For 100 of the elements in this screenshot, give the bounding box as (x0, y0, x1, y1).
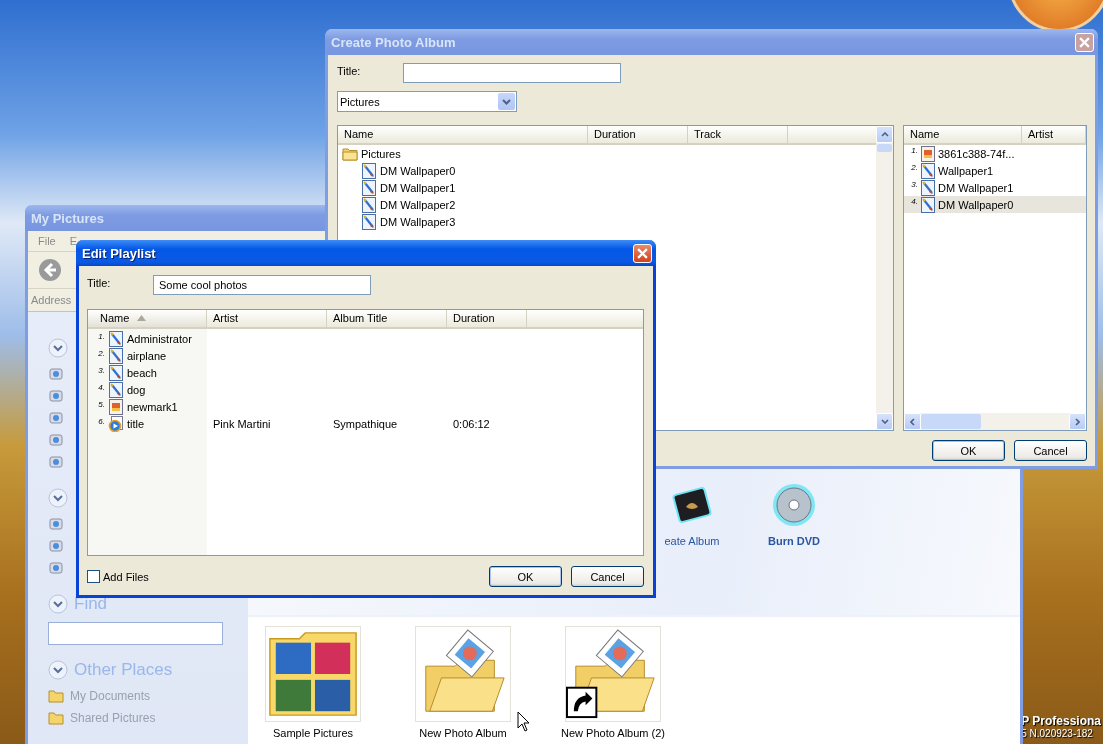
folder-icon (342, 145, 358, 162)
sample-folder-drawing[interactable] (265, 626, 361, 722)
image-file-icon (108, 381, 124, 398)
vertical-scrollbar[interactable] (876, 126, 893, 430)
close-icon (1079, 36, 1090, 48)
task-icon (48, 454, 64, 470)
close-button[interactable] (1075, 32, 1094, 52)
title-label: Title: (337, 65, 362, 77)
task-label[interactable]: eate Album (664, 535, 720, 547)
scroll-right-icon[interactable] (1075, 417, 1080, 426)
row-number: 5. (97, 399, 105, 409)
task-icon (48, 366, 64, 382)
image-file-icon (361, 179, 377, 196)
duration-cell-text: 0:06:12 (452, 417, 491, 430)
tree-item[interactable]: DM Wallpaper1 (342, 179, 872, 196)
collapse-icon[interactable] (48, 660, 68, 680)
cursor-icon (517, 711, 530, 732)
file-label[interactable]: New Photo Album (2) (561, 727, 665, 739)
column-header[interactable]: Artist (1022, 126, 1086, 143)
close-icon (637, 247, 648, 259)
checkbox-label[interactable]: Add Files (103, 570, 149, 583)
track-name[interactable]: Administrator (127, 332, 192, 345)
column-header[interactable]: Album Title (327, 310, 447, 327)
tree-item[interactable]: Pictures (342, 145, 872, 162)
window-title: Create Photo Album (331, 34, 456, 50)
picture-file-icon (920, 145, 936, 162)
source-dropdown[interactable]: Pictures (337, 91, 517, 112)
back-button[interactable] (38, 258, 62, 282)
title-field[interactable]: Some cool photos (153, 275, 371, 295)
task-icon (48, 516, 64, 532)
image-file-icon (920, 196, 936, 213)
system-text: P Professiona (1021, 714, 1101, 728)
folder-icon (48, 710, 64, 726)
task-icon (48, 388, 64, 404)
album-shortcut-drawing[interactable] (565, 626, 661, 722)
column-header[interactable]: Name (338, 126, 588, 143)
dialog-button[interactable]: Cancel (1014, 440, 1087, 461)
dialog-button[interactable]: OK (932, 440, 1005, 461)
collapse-icon[interactable] (48, 488, 68, 508)
disc-icon (770, 481, 818, 529)
media-file-icon (108, 415, 124, 432)
image-file-icon (108, 364, 124, 381)
image-file-icon (361, 213, 377, 230)
row-number: 2. (97, 348, 105, 358)
horizontal-scrollbar[interactable] (904, 413, 1086, 430)
tree-item[interactable]: DM Wallpaper3 (342, 213, 872, 230)
scroll-left-icon[interactable] (910, 417, 915, 426)
album-row[interactable]: 2. Wallpaper1 (904, 162, 1086, 179)
track-name[interactable]: airplane (127, 349, 167, 362)
address-label: Address (31, 294, 72, 306)
collapse-icon[interactable] (48, 338, 68, 358)
find-field[interactable] (48, 622, 223, 645)
album-row[interactable]: 4. DM Wallpaper0 (904, 196, 1086, 213)
file-label[interactable]: New Photo Album (419, 727, 507, 739)
file-label[interactable]: Sample Pictures (272, 727, 354, 739)
folder-icon (48, 688, 64, 704)
task-icon (48, 538, 64, 554)
dialog-button[interactable]: OK (489, 566, 562, 587)
row-number: 1. (97, 331, 105, 341)
title-label: Title: (87, 277, 112, 289)
column-header[interactable]: Duration (588, 126, 688, 143)
column-header[interactable]: Artist (207, 310, 327, 327)
image-file-icon (361, 162, 377, 179)
track-name[interactable]: title (127, 417, 145, 430)
column-header[interactable]: Name (88, 310, 207, 327)
system-text: 5 N.020923-182 (1021, 728, 1095, 739)
add-files-checkbox[interactable] (87, 570, 100, 583)
tree-item[interactable]: DM Wallpaper0 (342, 162, 872, 179)
task-icon (48, 410, 64, 426)
photo-album-drawing[interactable] (415, 626, 511, 722)
scroll-down-icon[interactable] (880, 419, 889, 424)
task-label[interactable]: Burn DVD (768, 535, 820, 547)
image-file-icon (920, 162, 936, 179)
title-field[interactable] (403, 63, 621, 83)
scroll-up-icon[interactable] (880, 132, 889, 137)
dialog-button[interactable]: Cancel (571, 566, 644, 587)
section-title: Other Places (74, 660, 173, 680)
album-row[interactable]: 1. 3861c388-74f... (904, 145, 1086, 162)
window-title: My Pictures (31, 210, 104, 226)
column-header[interactable]: Track (688, 126, 788, 143)
close-button[interactable] (633, 243, 652, 263)
track-name[interactable]: beach (127, 366, 157, 379)
sort-arrow-icon (137, 315, 147, 321)
album-row[interactable]: 3. DM Wallpaper1 (904, 179, 1086, 196)
artist-cell-text: Pink Martini (212, 417, 272, 430)
image-file-icon (920, 179, 936, 196)
task-icon (48, 560, 64, 576)
window-title: Edit Playlist (82, 245, 156, 261)
column-header[interactable]: Duration (447, 310, 527, 327)
image-file-icon (108, 330, 124, 347)
picture-file-icon (108, 398, 124, 415)
row-number: 3. (97, 365, 105, 375)
image-file-icon (361, 196, 377, 213)
collapse-icon[interactable] (48, 594, 68, 614)
tree-item[interactable]: DM Wallpaper2 (342, 196, 872, 213)
scroll-thumb[interactable] (877, 144, 892, 152)
column-header[interactable]: Name (904, 126, 1022, 143)
track-name[interactable]: newmark1 (127, 400, 178, 413)
row-number: 6. (97, 416, 105, 426)
track-name[interactable]: dog (127, 383, 146, 396)
